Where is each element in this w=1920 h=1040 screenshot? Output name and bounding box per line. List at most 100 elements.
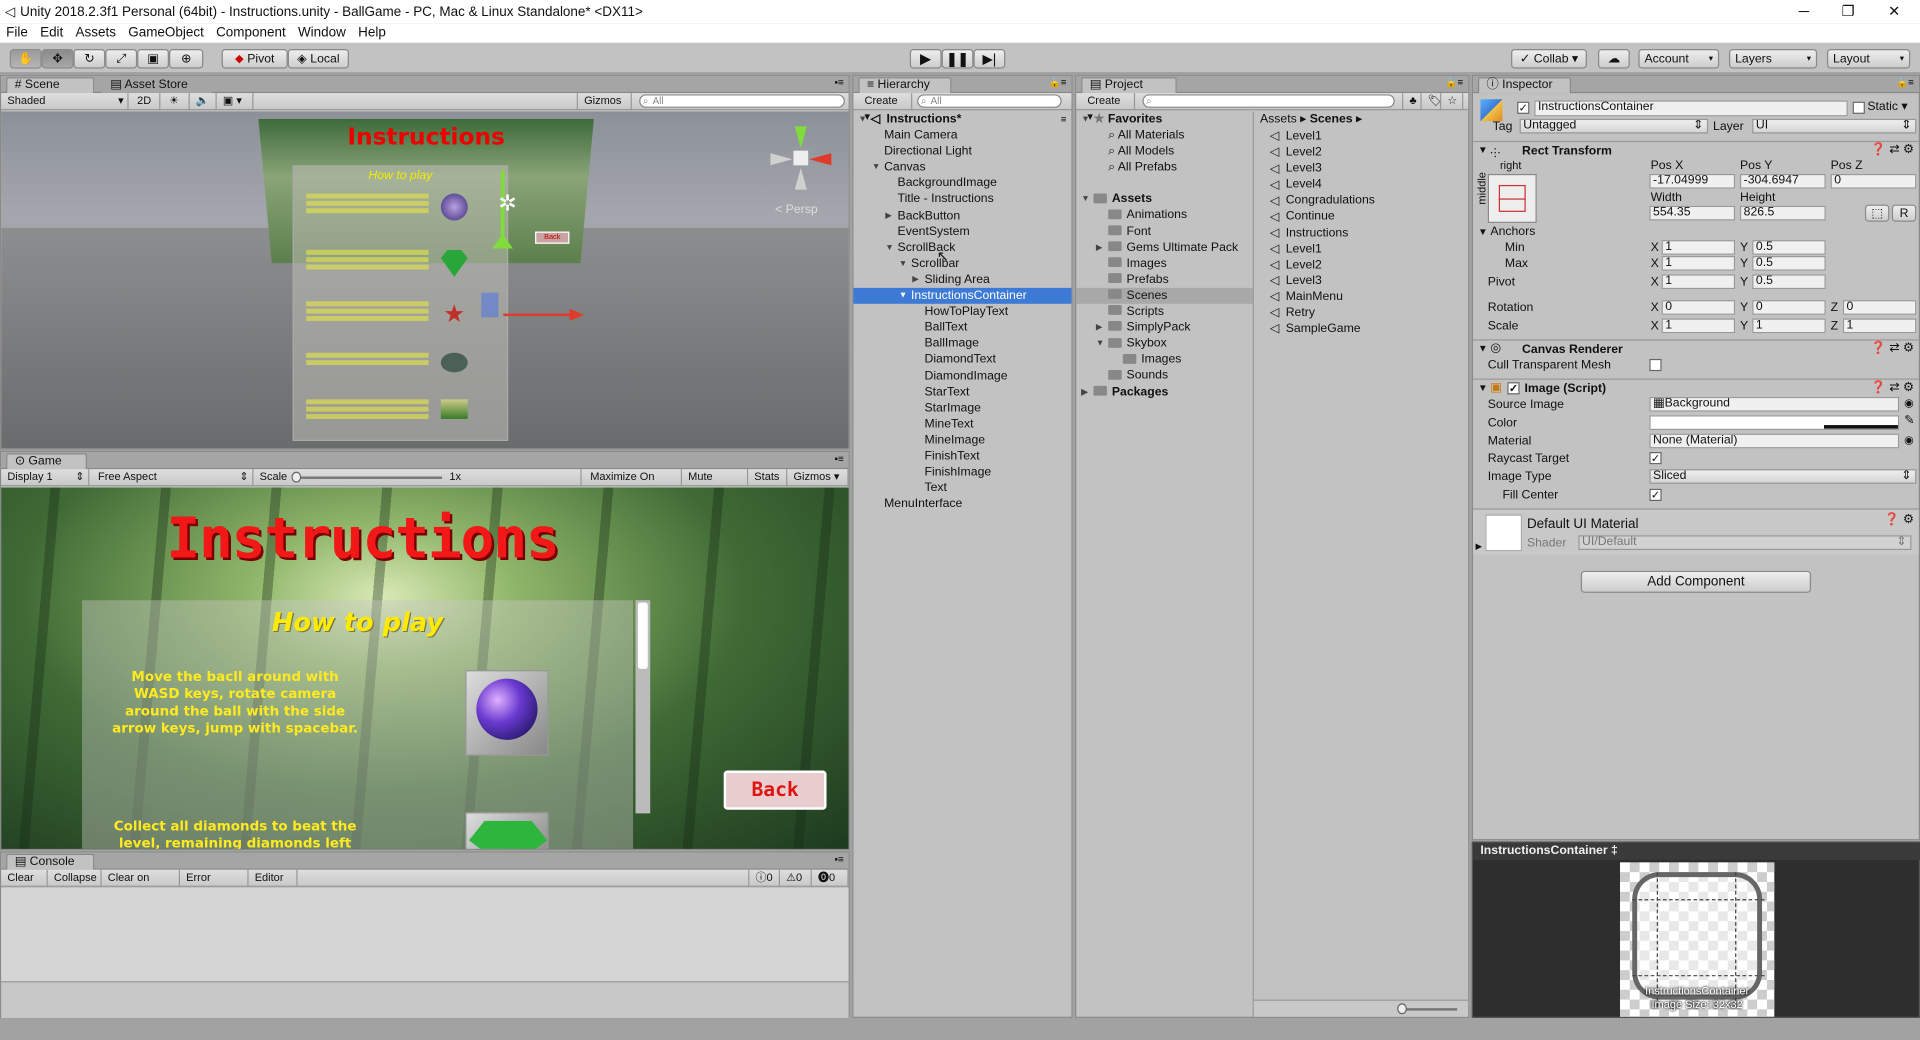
color-field[interactable] bbox=[1649, 415, 1900, 430]
asset-item[interactable]: ◁ Instructions bbox=[1270, 225, 1466, 241]
rotation-x-input[interactable]: 0 bbox=[1661, 300, 1736, 315]
tab-inspector[interactable]: ⓘ Inspector bbox=[1477, 77, 1572, 94]
image-script-header[interactable]: ▼ ▣ ✓ Image (Script) ❓ ⇄ ⚙ bbox=[1473, 378, 1919, 396]
object-picker-icon[interactable]: ◉ bbox=[1904, 434, 1914, 447]
scale-slider-track[interactable] bbox=[295, 476, 443, 479]
editor-dropdown[interactable]: Editor ▾ bbox=[249, 869, 298, 899]
tree-row[interactable]: BallImage bbox=[853, 336, 1071, 352]
gizmo-x-cone[interactable] bbox=[809, 153, 832, 166]
project-create-dropdown[interactable]: Create ▾ bbox=[1081, 93, 1136, 122]
expand-arrow-icon[interactable]: ▼ bbox=[899, 256, 907, 272]
favorite-item[interactable]: ⌕ All Models bbox=[1076, 144, 1252, 160]
favorites-row[interactable]: ▼ ★ Favorites bbox=[1076, 111, 1252, 127]
pos-x-input[interactable]: -17.04999 bbox=[1649, 173, 1736, 189]
anchor-presets-button[interactable] bbox=[1487, 173, 1537, 223]
height-input[interactable]: 826.5 bbox=[1740, 205, 1826, 221]
scene-root-row[interactable]: ▼ ◁ Instructions* ≡ bbox=[853, 111, 1071, 127]
panel-menu-icon[interactable]: ▪≡ bbox=[834, 854, 843, 865]
tree-row[interactable]: DiamondText bbox=[853, 352, 1071, 368]
audio-toggle[interactable]: 🔈 bbox=[190, 93, 217, 111]
active-checkbox[interactable]: ✓ bbox=[1517, 101, 1530, 114]
static-label[interactable]: Static ▾ bbox=[1867, 100, 1907, 113]
display-dropdown[interactable]: Display 1 ⇕ bbox=[1, 469, 90, 487]
folder-row[interactable]: Scripts bbox=[1076, 304, 1252, 320]
tree-row[interactable]: ▶ BackButton bbox=[853, 208, 1071, 224]
layout-dropdown[interactable]: Layout ▾ bbox=[1826, 48, 1911, 69]
rotate-tool-button[interactable]: ↻ bbox=[73, 48, 106, 69]
maximize-on-play-toggle[interactable]: Maximize On Play bbox=[584, 469, 683, 499]
raw-edit-button[interactable]: R bbox=[1891, 204, 1917, 222]
asset-item[interactable]: ◁ Level3 bbox=[1270, 273, 1466, 289]
tree-row[interactable]: BallText bbox=[853, 320, 1071, 336]
clear-button[interactable]: Clear bbox=[1, 869, 48, 887]
scale-x-input[interactable]: 1 bbox=[1661, 318, 1736, 334]
stats-toggle[interactable]: Stats bbox=[748, 469, 788, 487]
expand-arrow-icon[interactable]: ▼ bbox=[872, 160, 880, 176]
lighting-toggle[interactable]: ☀ bbox=[163, 93, 190, 111]
tag-dropdown[interactable]: Untagged ⇕ bbox=[1519, 118, 1709, 134]
tab-console[interactable]: ▤ Console bbox=[6, 853, 95, 870]
effects-dropdown[interactable]: ▣ ▾ bbox=[217, 93, 254, 111]
tree-row[interactable]: DiamondImage bbox=[853, 368, 1071, 384]
asset-item[interactable]: ◁ Level4 bbox=[1270, 177, 1466, 193]
shader-dropdown[interactable]: UI/Default ⇕ bbox=[1578, 535, 1912, 551]
scrollbar-handle[interactable] bbox=[637, 602, 648, 669]
collapse-arrow-icon[interactable]: ▶ bbox=[1476, 541, 1483, 552]
expand-arrow-icon[interactable]: ▼ bbox=[1478, 145, 1488, 156]
expand-arrow-icon[interactable]: ▼ bbox=[899, 288, 907, 304]
menu-assets[interactable]: Assets bbox=[69, 26, 122, 41]
shading-dropdown[interactable]: Shaded ▾ bbox=[1, 93, 129, 111]
scene-viewport[interactable]: Instructions How to play ★ Back ✲ < Pers… bbox=[1, 111, 849, 449]
image-enabled-checkbox[interactable]: ✓ bbox=[1507, 382, 1520, 395]
tree-row[interactable]: FinishText bbox=[853, 448, 1071, 464]
layers-dropdown[interactable]: Layers ▾ bbox=[1728, 48, 1818, 69]
expand-arrow-icon[interactable]: ▼ bbox=[1478, 382, 1488, 393]
expand-arrow-icon[interactable]: ▼ bbox=[1478, 343, 1488, 354]
scale-y-input[interactable]: 1 bbox=[1752, 318, 1826, 334]
gizmo-y-cone[interactable] bbox=[794, 126, 807, 149]
image-type-dropdown[interactable]: Sliced ⇕ bbox=[1649, 469, 1917, 484]
panel-menu-icon[interactable]: 🔒≡ bbox=[1049, 77, 1067, 88]
material-field[interactable]: None (Material) bbox=[1649, 433, 1900, 449]
asset-item[interactable]: ◁ Retry bbox=[1270, 305, 1466, 321]
move-tool-button[interactable]: ✥ bbox=[41, 48, 74, 69]
layer-dropdown[interactable]: UI ⇕ bbox=[1752, 118, 1917, 134]
hand-tool-button[interactable]: ✋ bbox=[9, 48, 42, 69]
assets-row[interactable]: ▼ Assets bbox=[1076, 192, 1252, 208]
scrollbar-track[interactable] bbox=[635, 600, 651, 814]
scene-search-input[interactable]: ⌕ All bbox=[639, 94, 845, 108]
row-menu-icon[interactable]: ≡ bbox=[1061, 111, 1067, 127]
info-count-toggle[interactable]: ⓘ0 bbox=[748, 869, 781, 887]
hierarchy-create-dropdown[interactable]: Create ▾ bbox=[858, 93, 913, 122]
fill-center-checkbox[interactable]: ✓ bbox=[1649, 488, 1662, 502]
folder-row[interactable]: Sounds bbox=[1076, 368, 1252, 384]
object-picker-icon[interactable]: ◉ bbox=[1904, 397, 1914, 410]
menu-edit[interactable]: Edit bbox=[34, 26, 69, 41]
folder-row[interactable]: Images bbox=[1076, 352, 1252, 368]
tree-row[interactable]: MineText bbox=[853, 416, 1071, 432]
pos-z-input[interactable]: 0 bbox=[1830, 173, 1917, 189]
anchors-foldout[interactable]: ▼ Anchors bbox=[1478, 225, 1535, 238]
favorite-button[interactable]: ☆ bbox=[1441, 93, 1464, 111]
asset-item[interactable]: ◁ Congradulations bbox=[1270, 193, 1466, 209]
source-image-field[interactable]: ▦Background bbox=[1649, 396, 1900, 412]
tree-row[interactable]: Main Camera bbox=[853, 128, 1071, 144]
tab-hierarchy[interactable]: ≡ Hierarchy bbox=[858, 77, 952, 94]
anchor-min-y-input[interactable]: 0.5 bbox=[1752, 240, 1826, 255]
gizmo-center[interactable] bbox=[793, 150, 809, 166]
local-toggle[interactable]: ◈ Local bbox=[287, 48, 349, 69]
gizmo-neg-x-cone[interactable] bbox=[770, 153, 793, 166]
asset-item[interactable]: ◁ Level2 bbox=[1270, 145, 1466, 161]
tree-row[interactable]: Text bbox=[853, 480, 1071, 496]
transform-tool-button[interactable]: ⊕ bbox=[168, 48, 204, 69]
tree-row[interactable]: MenuInterface bbox=[853, 496, 1071, 512]
rotation-y-input[interactable]: 0 bbox=[1752, 300, 1826, 315]
expand-arrow-icon[interactable]: ▼ bbox=[858, 111, 866, 127]
project-search-input[interactable]: ⌕ bbox=[1142, 94, 1395, 108]
pos-y-input[interactable]: -304.6947 bbox=[1740, 173, 1826, 189]
account-dropdown[interactable]: Account ▾ bbox=[1638, 48, 1720, 69]
rotation-z-input[interactable]: 0 bbox=[1842, 300, 1917, 315]
tree-row-selected[interactable]: ▼ InstructionsContainer bbox=[853, 287, 1072, 304]
aspect-dropdown[interactable]: Free Aspect ⇕ bbox=[92, 469, 254, 487]
collapse-arrow-icon[interactable]: ▶ bbox=[885, 208, 892, 224]
